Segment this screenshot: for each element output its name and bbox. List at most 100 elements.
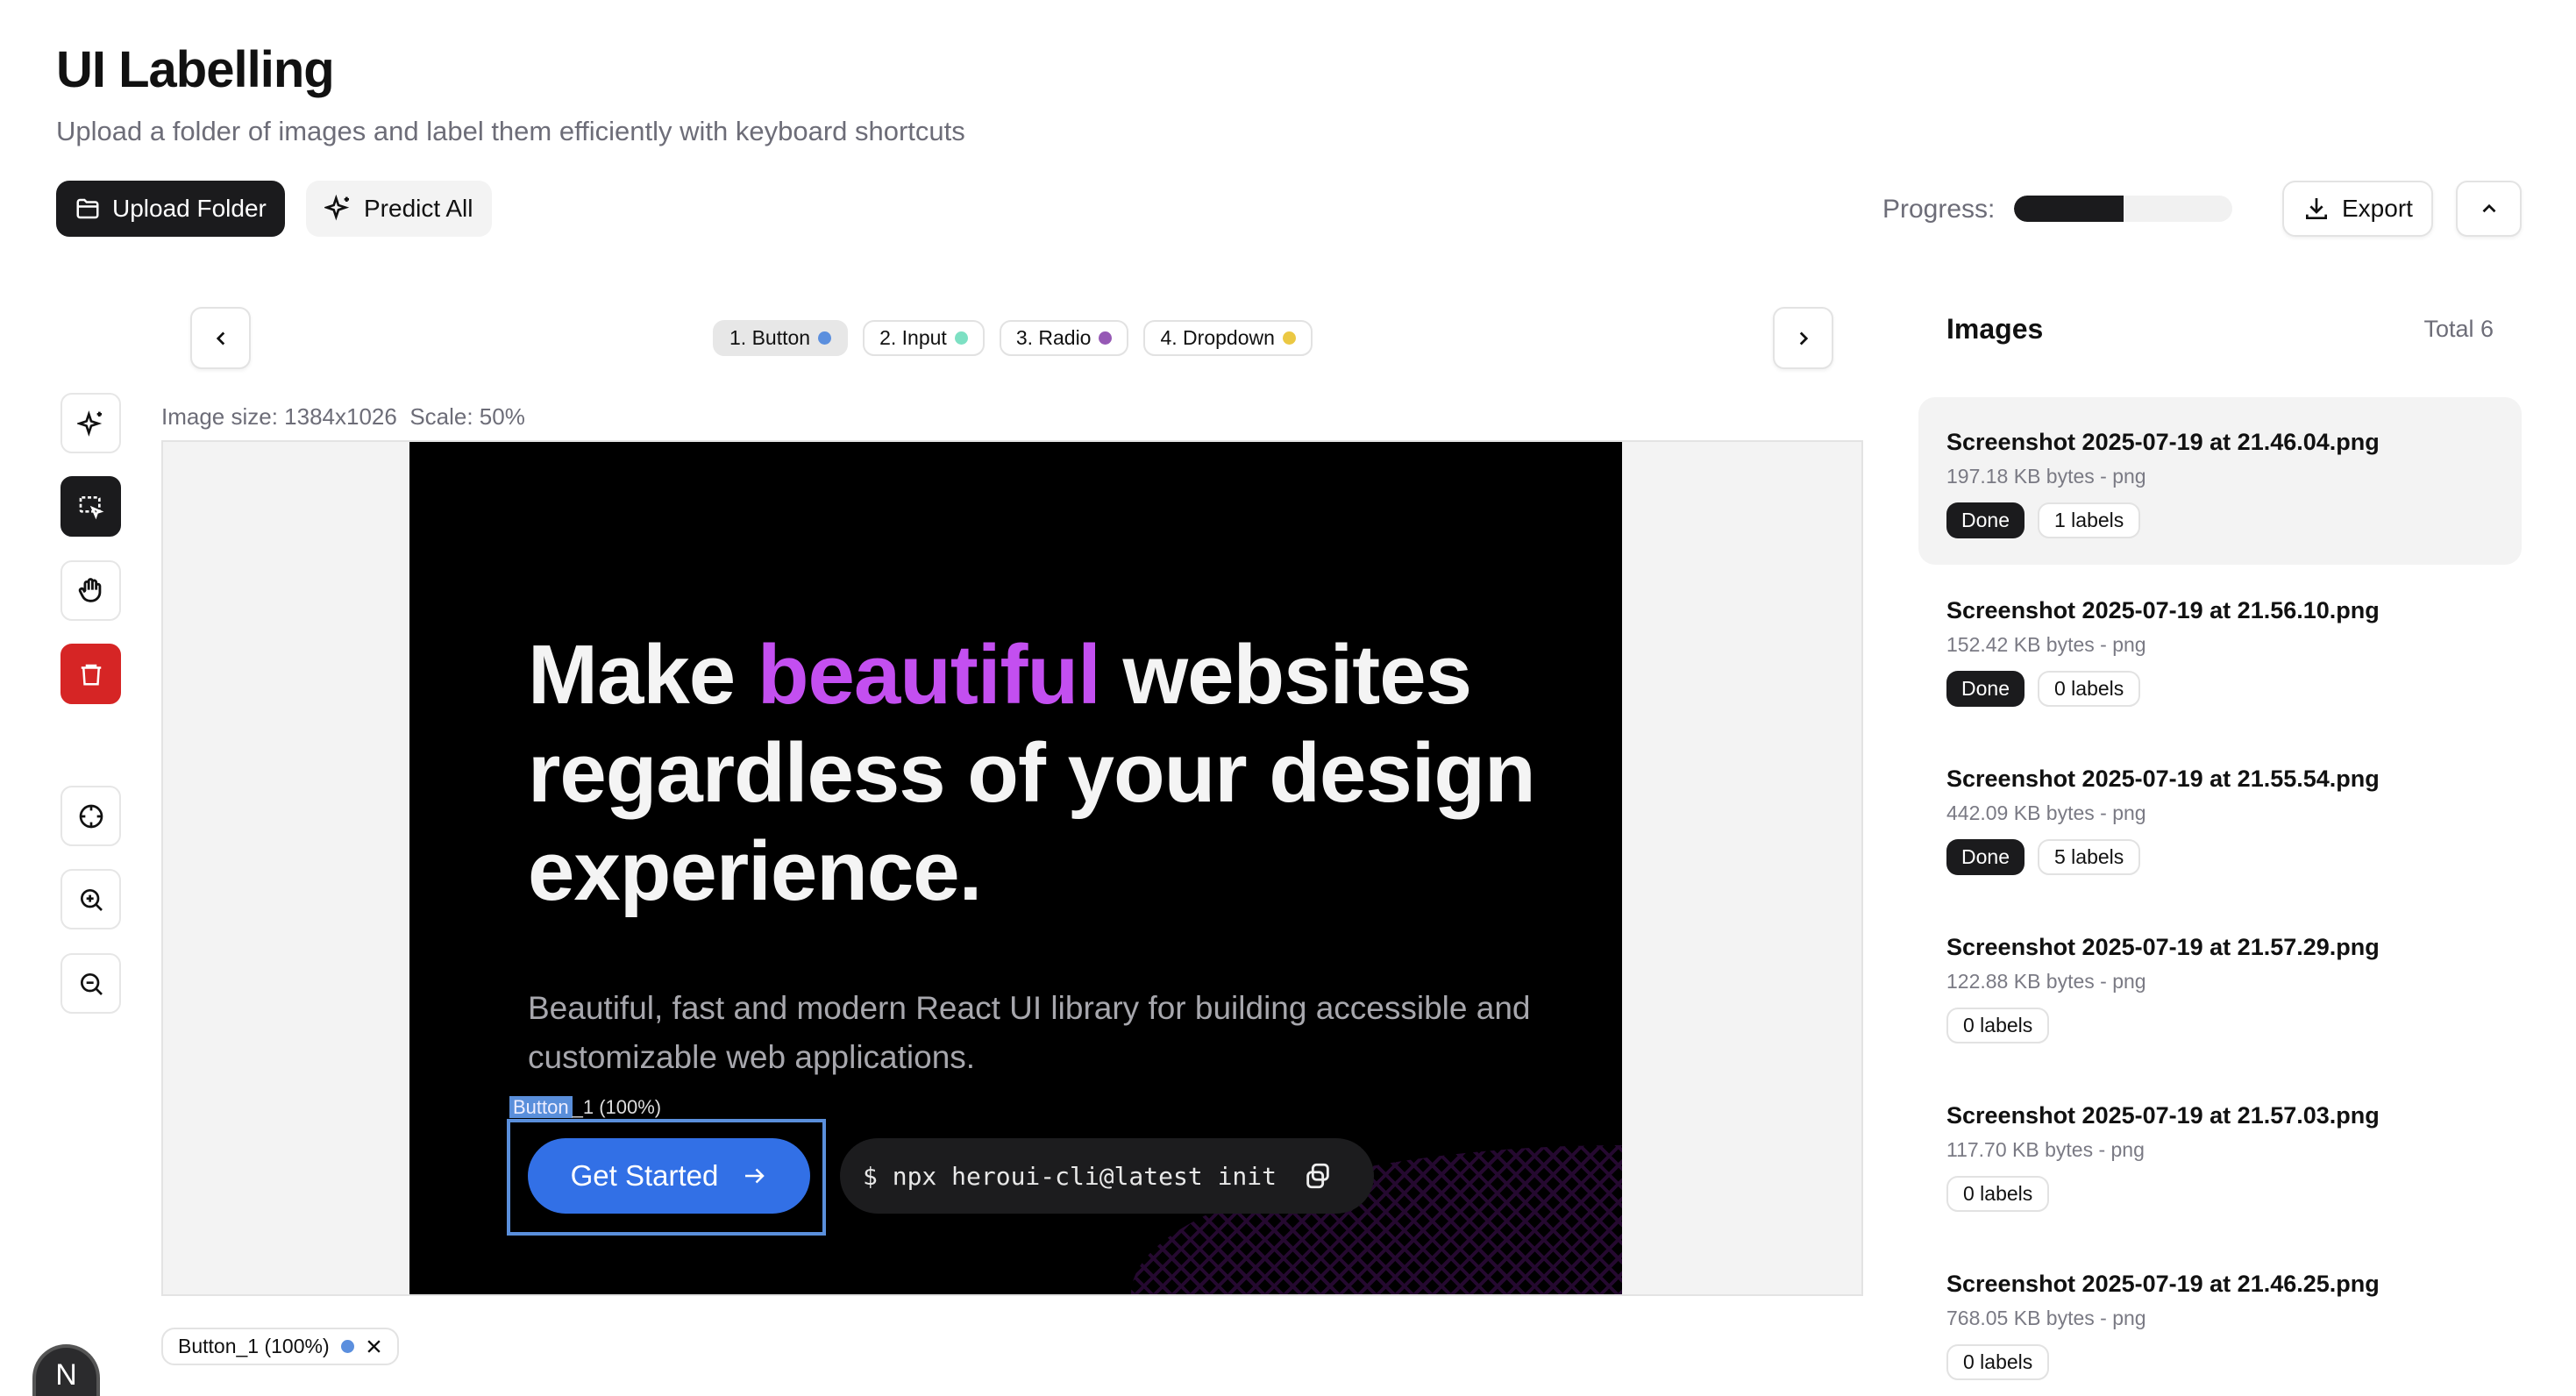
image-info: Image size: 1384x1026 Scale: 50% bbox=[161, 402, 525, 431]
zoom-out-tool[interactable] bbox=[60, 953, 121, 1014]
image-badges: 0 labels bbox=[1946, 1008, 2494, 1043]
export-label: Export bbox=[2342, 195, 2413, 222]
label-count-badge: 5 labels bbox=[2037, 839, 2141, 875]
chevron-right-icon bbox=[1792, 327, 1815, 350]
export-button[interactable]: Export bbox=[2282, 181, 2433, 237]
class-label: 2. Input bbox=[879, 326, 947, 349]
zoom-in-icon bbox=[77, 886, 105, 914]
class-label: 3. Radio bbox=[1015, 326, 1092, 349]
status-badge: Done bbox=[1946, 671, 2025, 707]
image-name: Screenshot 2025-07-19 at 21.46.25.png bbox=[1946, 1271, 2380, 1297]
next-image-button[interactable] bbox=[1773, 307, 1833, 369]
upload-folder-label: Upload Folder bbox=[112, 195, 267, 222]
zoom-out-icon bbox=[77, 970, 105, 998]
class-label: 1. Button bbox=[729, 326, 811, 349]
headline-text: websites bbox=[1099, 628, 1472, 722]
image-name: Screenshot 2025-07-19 at 21.57.03.png bbox=[1946, 1102, 2380, 1129]
label-count-badge: 0 labels bbox=[1946, 1008, 2050, 1043]
chevron-up-icon bbox=[2478, 197, 2501, 220]
label-count-badge: 0 labels bbox=[2037, 671, 2141, 707]
center-view-tool[interactable] bbox=[60, 786, 121, 846]
class-color-dot bbox=[818, 331, 832, 345]
class-chip-radio[interactable]: 3. Radio bbox=[999, 320, 1129, 356]
copy-icon bbox=[1303, 1161, 1333, 1191]
image-meta: 122.88 KB bytes - png bbox=[1946, 970, 2146, 993]
class-color-dot bbox=[954, 331, 968, 345]
status-badge: Done bbox=[1946, 839, 2025, 875]
class-label: 4. Dropdown bbox=[1160, 326, 1275, 349]
image-list-item[interactable]: Screenshot 2025-07-19 at 21.57.29.png 122… bbox=[1918, 902, 2522, 1043]
image-badges: 0 labels bbox=[1946, 1176, 2494, 1212]
annotation-canvas[interactable]: Make beautiful websites regardless of yo… bbox=[161, 440, 1863, 1296]
image-size: Image size: 1384x1026 bbox=[161, 403, 397, 430]
image-badges: Done 1 labels bbox=[1946, 502, 2494, 538]
bounding-box[interactable] bbox=[507, 1119, 826, 1236]
class-color-dot bbox=[1099, 331, 1113, 345]
image-list-item[interactable]: Screenshot 2025-07-19 at 21.56.10.png 152… bbox=[1918, 566, 2522, 707]
image-list-item[interactable]: Screenshot 2025-07-19 at 21.55.54.png 442… bbox=[1918, 734, 2522, 875]
image-badges: Done 5 labels bbox=[1946, 839, 2494, 875]
class-chip-button[interactable]: 1. Button bbox=[713, 320, 849, 356]
class-chip-input[interactable]: 2. Input bbox=[863, 320, 985, 356]
headline-accent: beautiful bbox=[757, 628, 1101, 722]
crosshair-icon bbox=[77, 802, 105, 830]
delete-tool[interactable] bbox=[60, 644, 121, 704]
bounding-box-label: Button _1 (100%) bbox=[509, 1096, 661, 1119]
images-panel-title: Images bbox=[1946, 313, 2044, 345]
sparkles-icon bbox=[324, 195, 352, 223]
command-text: $ npx heroui-cli@latest init bbox=[863, 1161, 1277, 1191]
image-list-item[interactable]: Screenshot 2025-07-19 at 21.46.25.png 768… bbox=[1918, 1239, 2522, 1380]
class-chip-dropdown[interactable]: 4. Dropdown bbox=[1143, 320, 1313, 356]
image-meta: 768.05 KB bytes - png bbox=[1946, 1307, 2146, 1329]
collapse-button[interactable] bbox=[2456, 181, 2522, 237]
image-meta: 442.09 KB bytes - png bbox=[1946, 801, 2146, 824]
zoom-in-tool[interactable] bbox=[60, 869, 121, 929]
download-icon bbox=[2302, 195, 2330, 223]
headline-line: regardless of your design bbox=[528, 726, 1536, 820]
predict-all-label: Predict All bbox=[364, 195, 473, 222]
avatar[interactable]: N bbox=[32, 1344, 100, 1396]
image-list-item[interactable]: Screenshot 2025-07-19 at 21.46.04.png 197… bbox=[1918, 397, 2522, 565]
sparkles-icon bbox=[76, 410, 105, 438]
page-title: UI Labelling bbox=[56, 41, 335, 98]
progress-fill bbox=[2014, 196, 2124, 222]
image-name: Screenshot 2025-07-19 at 21.57.29.png bbox=[1946, 934, 2380, 960]
image-command-snippet: $ npx heroui-cli@latest init bbox=[840, 1138, 1374, 1214]
progress-label: Progress: bbox=[1882, 195, 1996, 224]
annotation-chip[interactable]: Button_1 (100%) bbox=[161, 1328, 399, 1365]
upload-folder-button[interactable]: Upload Folder bbox=[56, 181, 285, 237]
folder-icon bbox=[75, 196, 101, 222]
close-icon[interactable] bbox=[366, 1338, 382, 1355]
dashed-select-icon bbox=[77, 493, 105, 521]
progress-bar bbox=[2014, 196, 2232, 222]
image-name: Screenshot 2025-07-19 at 21.56.10.png bbox=[1946, 597, 2380, 623]
label-count-badge: 0 labels bbox=[1946, 1176, 2050, 1212]
images-total: Total 6 bbox=[2423, 316, 2494, 342]
image-scale: Scale: 50% bbox=[409, 403, 525, 430]
image-headline: Make beautiful websites regardless of yo… bbox=[528, 626, 1536, 921]
page-subtitle: Upload a folder of images and label them… bbox=[56, 116, 965, 146]
image-subtext: Beautiful, fast and modern React UI libr… bbox=[528, 990, 1531, 1075]
previous-image-button[interactable] bbox=[190, 307, 251, 369]
image-badges: 0 labels bbox=[1946, 1344, 2494, 1380]
image-meta: 197.18 KB bytes - png bbox=[1946, 465, 2146, 488]
pan-tool[interactable] bbox=[60, 560, 121, 621]
image-meta: 152.42 KB bytes - png bbox=[1946, 633, 2146, 656]
headline-line: experience. bbox=[528, 824, 982, 918]
class-color-dot bbox=[1282, 331, 1296, 345]
screenshot-image: Make beautiful websites regardless of yo… bbox=[409, 442, 1622, 1294]
image-meta: 117.70 KB bytes - png bbox=[1946, 1138, 2145, 1161]
chevron-left-icon bbox=[210, 327, 232, 350]
annotation-label: Button_1 (100%) bbox=[178, 1335, 330, 1357]
class-selector: 1. Button 2. Input 3. Radio 4. Dropdown bbox=[713, 320, 1313, 356]
image-list-item[interactable]: Screenshot 2025-07-19 at 21.57.03.png 117… bbox=[1918, 1071, 2522, 1212]
image-name: Screenshot 2025-07-19 at 21.55.54.png bbox=[1946, 766, 2380, 792]
ai-predict-tool[interactable] bbox=[60, 393, 121, 453]
label-count-badge: 1 labels bbox=[2037, 502, 2141, 538]
label-count-badge: 0 labels bbox=[1946, 1344, 2050, 1380]
image-badges: Done 0 labels bbox=[1946, 671, 2494, 707]
select-box-tool[interactable] bbox=[60, 476, 121, 537]
predict-all-button[interactable]: Predict All bbox=[306, 181, 492, 237]
annotation-color-dot bbox=[340, 1340, 354, 1353]
bbox-rest: _1 (100%) bbox=[572, 1096, 662, 1118]
